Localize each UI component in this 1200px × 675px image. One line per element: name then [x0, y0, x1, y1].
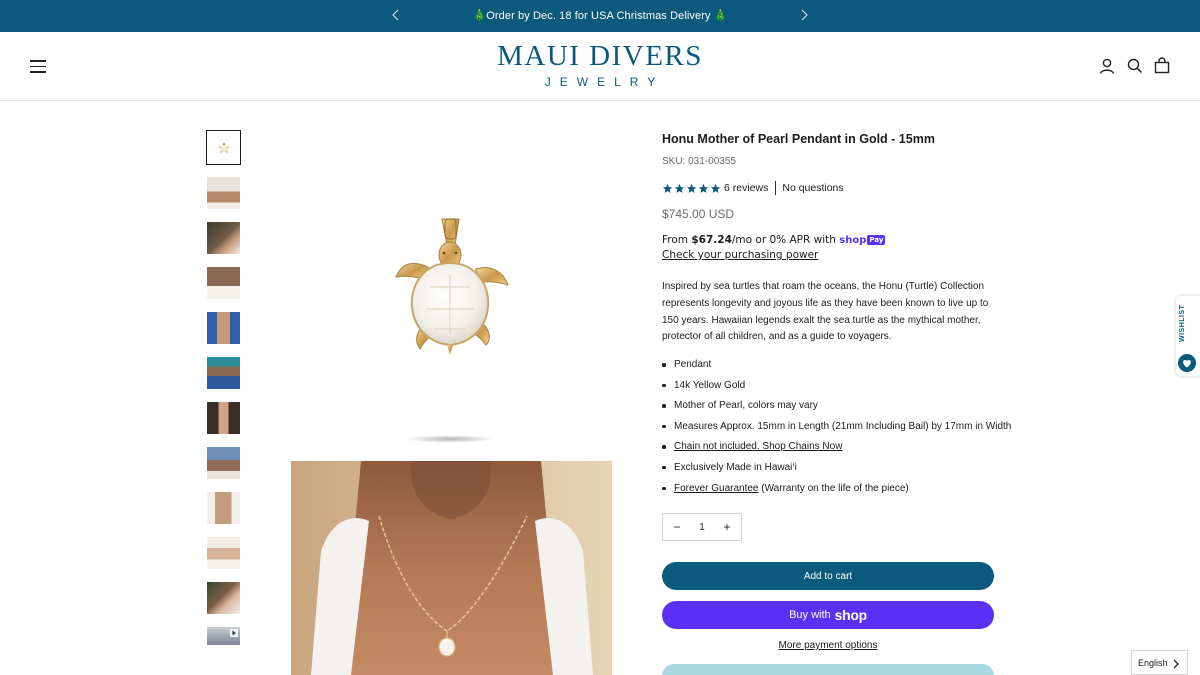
rating-stars[interactable] — [662, 183, 721, 194]
product-price: $745.00 USD — [662, 207, 735, 221]
thumbnail-2[interactable] — [207, 177, 240, 209]
product-title: Honu Mother of Pearl Pendant in Gold - 1… — [662, 132, 935, 146]
site-header: MAUI DIVERS JEWELRY — [0, 32, 1200, 101]
feature-item-chains-link: Chain not included. Shop Chains Now — [662, 439, 1002, 460]
product-image-pendant[interactable] — [330, 205, 550, 445]
language-selector[interactable]: English — [1131, 650, 1188, 675]
star-icon — [662, 183, 673, 193]
chevron-right-icon — [1173, 659, 1179, 669]
minus-icon[interactable]: − — [671, 520, 683, 534]
thumbnail-7[interactable] — [207, 402, 240, 434]
questions-link[interactable]: No questions — [782, 182, 843, 194]
thumbnail-6[interactable] — [207, 357, 240, 389]
product-features: Pendant 14k Yellow Gold Mother of Pearl,… — [662, 357, 1011, 502]
star-icon — [710, 183, 721, 193]
secondary-action-button[interactable] — [662, 664, 994, 675]
add-to-cart-button[interactable]: Add to cart — [662, 562, 994, 590]
thumbnail-3[interactable] — [207, 222, 240, 254]
thumbnail-8[interactable] — [207, 447, 240, 479]
wishlist-label: WISHLIST — [1179, 304, 1186, 342]
product-image-model[interactable] — [291, 461, 612, 675]
add-to-cart-label: Add to cart — [803, 570, 853, 582]
quantity-value[interactable]: 1 — [699, 522, 705, 533]
check-purchasing-power-link[interactable]: Check your purchasing power — [662, 249, 818, 261]
feature-item: Measures Approx. 15mm in Length (21mm In… — [662, 419, 1011, 440]
star-icon — [686, 183, 697, 193]
chevron-right-icon[interactable] — [797, 7, 811, 23]
rating-divider — [775, 181, 777, 195]
search-icon[interactable] — [1126, 57, 1144, 75]
feature-item: 14k Yellow Gold — [662, 378, 1002, 399]
forever-guarantee-link[interactable]: Forever Guarantee — [674, 483, 759, 494]
installments-message: From $67.24/mo or 0% APR with shop Pay — [662, 234, 886, 246]
feature-item: Exclusively Made in Hawai‘i — [662, 460, 1002, 481]
language-label: English — [1138, 657, 1168, 668]
account-icon[interactable] — [1098, 57, 1116, 75]
heart-icon — [1178, 354, 1196, 372]
product-description: Inspired by sea turtles that roam the oc… — [662, 281, 989, 343]
logo-subtitle: JEWELRY — [544, 75, 665, 89]
buy-with-shop-button[interactable]: Buy with shop — [662, 601, 994, 629]
thumbnail-10[interactable] — [207, 537, 240, 569]
star-icon — [674, 183, 685, 193]
announcement-text: 🎄Order by Dec. 18 for USA Christmas Deli… — [472, 10, 728, 22]
quantity-stepper: − 1 + — [662, 513, 742, 541]
cart-icon[interactable] — [1153, 57, 1171, 75]
shop-pay-logo: shop — [839, 235, 867, 246]
thumbnail-9[interactable] — [207, 492, 240, 524]
logo-title: MAUI DIVERS — [497, 40, 703, 72]
star-icon — [698, 183, 709, 193]
play-icon — [230, 629, 238, 637]
thumbnail-1[interactable] — [206, 130, 241, 165]
product-sku: SKU: 031-00355 — [662, 156, 736, 167]
rating-row[interactable]: 6 reviews No questions — [662, 181, 844, 195]
thumbnail-12-video[interactable] — [207, 627, 240, 645]
thumbnail-11[interactable] — [207, 582, 240, 614]
thumbnail-4[interactable] — [207, 267, 240, 299]
shop-logo: shop — [834, 607, 868, 623]
announcement-bar: 🎄Order by Dec. 18 for USA Christmas Deli… — [0, 0, 1200, 32]
buy-with-label: Buy with — [789, 609, 831, 621]
feature-item: Pendant — [662, 357, 1002, 378]
installment-amount: $67.24 — [691, 234, 732, 246]
plus-icon[interactable]: + — [721, 520, 733, 534]
thumbnail-5[interactable] — [207, 312, 240, 344]
shop-chains-link[interactable]: Chain not included. Shop Chains Now — [674, 441, 842, 452]
shop-pay-badge: Pay — [867, 235, 886, 245]
more-payment-options-link[interactable]: More payment options — [662, 640, 994, 651]
wishlist-tab[interactable]: WISHLIST — [1176, 296, 1200, 376]
brand-logo[interactable]: MAUI DIVERS JEWELRY — [0, 39, 1200, 89]
feature-item-guarantee: Forever Guarantee (Warranty on the life … — [662, 481, 1002, 502]
feature-item: Mother of Pearl, colors may vary — [662, 398, 1002, 419]
reviews-link[interactable]: 6 reviews — [724, 182, 768, 194]
